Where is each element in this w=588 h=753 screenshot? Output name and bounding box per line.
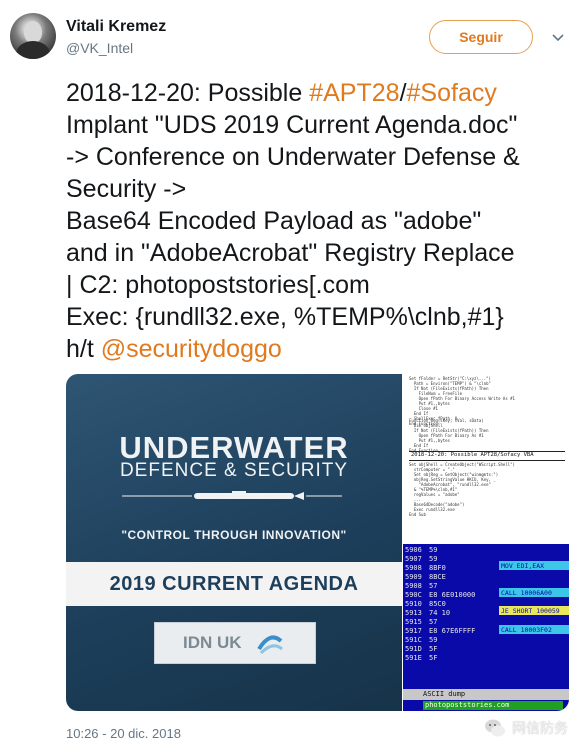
hex-address: 591E bbox=[405, 654, 422, 662]
hex-address: 5907 bbox=[405, 555, 422, 563]
tweet-line-4: Security -> bbox=[66, 175, 187, 203]
avatar-face bbox=[24, 21, 42, 43]
hex-bytes: 8BCE bbox=[429, 573, 446, 581]
idn-logo: IDN UK bbox=[154, 622, 316, 664]
hex-address: 5913 bbox=[405, 609, 422, 617]
ascii-label: ASCII dump bbox=[423, 690, 466, 698]
asm-je: JE SHORT 100059 bbox=[501, 607, 560, 615]
hex-address: 5906 bbox=[405, 546, 422, 554]
media-attachment[interactable]: UNDERWATER DEFENCE & SECURITY "CONTROL T… bbox=[66, 374, 569, 711]
hex-address: 5917 bbox=[405, 627, 422, 635]
hex-bytes: 59 bbox=[429, 546, 438, 554]
hashtag-apt28[interactable]: #APT28 bbox=[309, 79, 399, 107]
hex-bytes: 85C0 bbox=[429, 600, 446, 608]
tweet-line-5: Base64 Encoded Payload as "adobe" bbox=[66, 207, 482, 235]
vba-code-screenshot[interactable]: Set fFolder = RetStr("C:\xyz\...") Path … bbox=[403, 374, 569, 544]
vba-title: 2018-12-20: Possible APT28/Sofacy VBA bbox=[411, 452, 534, 458]
hex-address: 591C bbox=[405, 636, 422, 644]
tweet-line-9: h/t @securitydoggo bbox=[66, 335, 282, 363]
hex-address: 590C bbox=[405, 591, 422, 599]
tweet-line-6: and in "AdobeAcrobat" Registry Replace bbox=[66, 239, 515, 267]
asm-mov: MOV EDI,EAX bbox=[501, 562, 545, 570]
hex-address: 5910 bbox=[405, 600, 422, 608]
hex-bytes: 57 bbox=[429, 618, 438, 626]
tweet-line-1: 2018-12-20: Possible #APT28/#Sofacy bbox=[66, 79, 497, 107]
hex-address: 5915 bbox=[405, 618, 422, 626]
disassembly-screenshot[interactable]: 5906 59 5907 59 5908 8BF0 5909 8BCE 5908 57 590C E8… bbox=[403, 544, 569, 711]
hex-bytes: 59 bbox=[429, 555, 438, 563]
asm-call2: CALL 10003F02 bbox=[501, 626, 552, 634]
tweet-line-2: Implant "UDS 2019 Current Agenda.doc" bbox=[66, 111, 518, 139]
poster-subtitle: DEFENCE & SECURITY bbox=[119, 460, 349, 481]
tweet-card: Vitali Kremez @VK_Intel Seguir 2018-12-2… bbox=[0, 0, 588, 753]
hex-bytes: E8 6E010000 bbox=[429, 591, 476, 599]
hex-address: 5909 bbox=[405, 573, 422, 581]
author-name[interactable]: Vitali Kremez bbox=[66, 18, 166, 36]
poster-agenda: 2019 CURRENT AGENDA bbox=[109, 573, 359, 595]
chevron-down-icon[interactable] bbox=[550, 30, 566, 46]
submarine-icon bbox=[122, 491, 342, 500]
avatar[interactable] bbox=[10, 13, 56, 59]
code-block-bottom: Set objShell = CreateObject("WScript.She… bbox=[409, 462, 515, 517]
hex-address: 591D bbox=[405, 645, 422, 653]
avatar-body bbox=[16, 41, 50, 59]
tweet-text: 2018-12-20: Possible #APT28/#Sofacy Impl… bbox=[66, 77, 576, 365]
wechat-icon bbox=[485, 719, 505, 737]
hashtag-sofacy[interactable]: #Sofacy bbox=[407, 79, 497, 107]
author-handle[interactable]: @VK_Intel bbox=[66, 40, 133, 56]
hex-address: 5908 bbox=[405, 582, 422, 590]
hex-bytes: 74 10 bbox=[429, 609, 451, 617]
tweet-line-8: Exec: {rundll32.exe, %TEMP%\clnb,#1} bbox=[66, 303, 504, 331]
hex-bytes: 59 bbox=[429, 636, 438, 644]
hex-bytes: 57 bbox=[429, 582, 438, 590]
tweet-line-3: -> Conference on Underwater Defense & bbox=[66, 143, 520, 171]
conference-poster-image[interactable]: UNDERWATER DEFENCE & SECURITY "CONTROL T… bbox=[66, 374, 402, 711]
globe-swirl-icon bbox=[257, 635, 283, 655]
hex-bytes: 5F bbox=[429, 654, 438, 662]
mention-securitydoggo[interactable]: @securitydoggo bbox=[101, 335, 282, 363]
hex-bytes: 5F bbox=[429, 645, 438, 653]
c2-domain-text: photopoststories.com bbox=[425, 701, 510, 709]
hex-bytes: E8 67E6FFFF bbox=[429, 627, 476, 635]
follow-button[interactable]: Seguir bbox=[429, 20, 533, 54]
asm-call1: CALL 10006A00 bbox=[501, 589, 552, 597]
tweet-timestamp[interactable]: 10:26 - 20 dic. 2018 bbox=[66, 726, 181, 741]
poster-tagline: "CONTROL THROUGH INNOVATION" bbox=[121, 528, 347, 542]
watermark: 网信防务 bbox=[484, 717, 568, 739]
code-block-mid: Function Reg(sKey, sVal, sData) Dim objS… bbox=[409, 418, 489, 453]
idn-logo-text: IDN UK bbox=[183, 633, 242, 652]
hex-bytes: 8BF0 bbox=[429, 564, 446, 572]
tweet-line-7: | C2: photopoststories[.com bbox=[66, 271, 370, 299]
watermark-text: 网信防务 bbox=[512, 720, 568, 736]
hex-address: 5908 bbox=[405, 564, 422, 572]
